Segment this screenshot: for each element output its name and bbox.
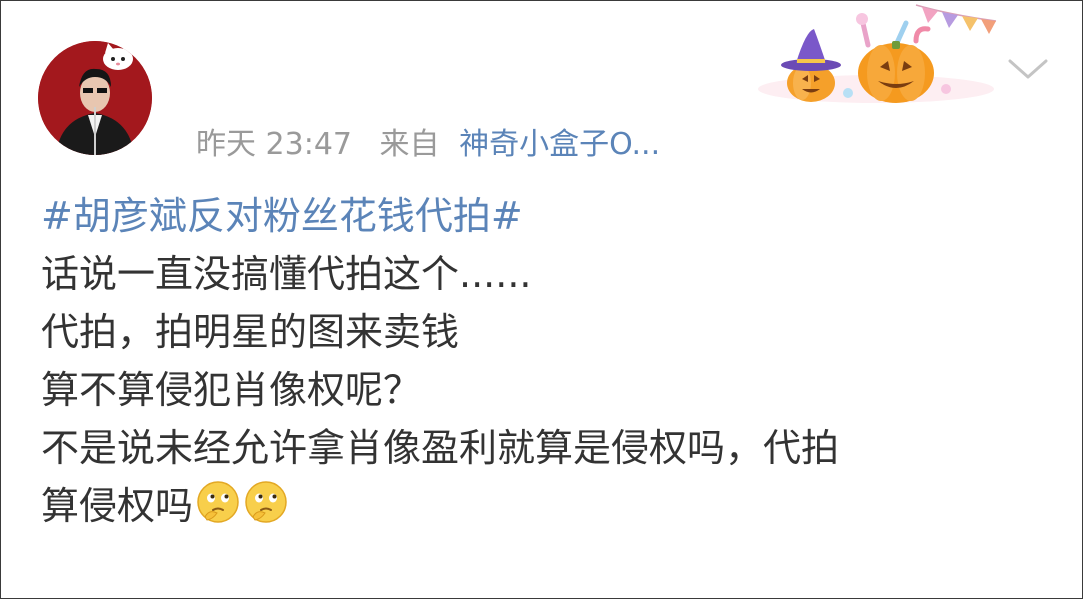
halloween-decoration-icon	[756, 1, 1001, 111]
text-line: 话说一直没搞懂代拍这个......	[41, 252, 532, 296]
text-line: 算侵权吗	[41, 484, 194, 528]
thinking-emoji-icon	[195, 479, 241, 525]
avatar[interactable]	[38, 41, 152, 155]
source-prefix: 来自	[379, 127, 440, 162]
hashtag-link[interactable]: #胡彦斌反对粉丝花钱代拍#	[41, 194, 523, 238]
source-link[interactable]: 神奇小盒子O...	[459, 127, 660, 162]
text-line: 代拍，拍明星的图来卖钱	[41, 310, 460, 354]
hashtag-line: #胡彦斌反对粉丝花钱代拍#	[41, 187, 1061, 245]
post-card: 昨天 23:47 来自 神奇小盒子O... #胡彦斌反对粉丝花钱代拍# 话说一直…	[0, 0, 1083, 599]
text-line: 算不算侵犯肖像权呢？	[41, 368, 422, 412]
post-meta: 昨天 23:47 来自 神奇小盒子O...	[196, 119, 660, 162]
text-line: 不是说未经允许拿肖像盈利就算是侵权吗，代拍	[41, 426, 840, 470]
thinking-emoji-icon	[243, 479, 289, 525]
text-line-last: 算侵权吗	[41, 477, 1061, 535]
chevron-down-icon[interactable]	[1004, 53, 1052, 85]
post-time: 昨天 23:47	[196, 127, 352, 162]
post-text: #胡彦斌反对粉丝花钱代拍# 话说一直没搞懂代拍这个...... 代拍，拍明星的图…	[41, 187, 1061, 535]
